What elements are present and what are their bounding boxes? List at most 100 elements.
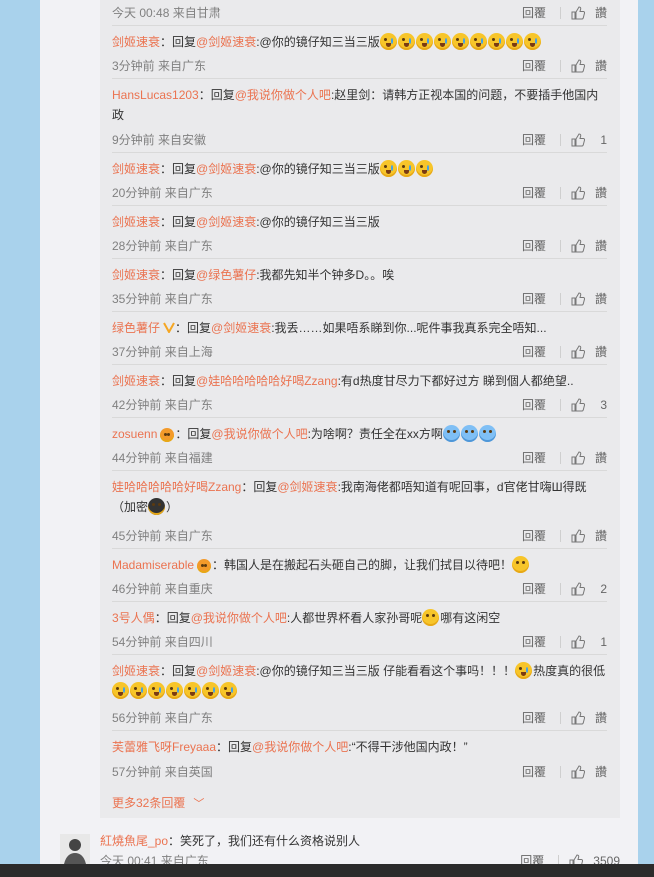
crying-emoji-icon <box>148 682 165 699</box>
reply-text: 剑姬速衰：回复@剑姬速衰:@你的镜仔知三当三版 <box>112 153 607 179</box>
like-count[interactable]: 讚 <box>595 5 607 21</box>
reply-button[interactable]: 回覆 <box>522 185 546 201</box>
mention-link[interactable]: @我说你做个人吧 <box>191 611 287 625</box>
reply-button[interactable]: 回覆 <box>522 528 546 544</box>
reply-author[interactable]: 娃哈哈哈哈哈好喝Zzang <box>112 480 241 494</box>
reply-author[interactable]: 3号人偶 <box>112 611 155 625</box>
reply-text: 剑姬速衰：回复@绿色薯仔:我都先知半个钟多D。。唉 <box>112 259 607 285</box>
reply-actions: 回覆 讚 <box>522 185 607 201</box>
reply-button[interactable]: 回覆 <box>522 710 546 726</box>
reply-text: 娃哈哈哈哈哈好喝Zzang：回复@剑姬速衰:我南海佬都唔知道有呢回事，d官佬甘嗨… <box>112 471 607 517</box>
thumb-up-icon[interactable] <box>571 711 585 725</box>
reply-author[interactable]: Madamiserable <box>112 558 194 572</box>
reply-button[interactable]: 回覆 <box>522 397 546 413</box>
mention-link[interactable]: @剑姬速衰 <box>196 215 256 229</box>
thumb-up-icon[interactable] <box>571 186 585 200</box>
comment-author[interactable]: 紅燒魚尾_po <box>100 834 168 848</box>
reply-author[interactable]: 剑姬速衰 <box>112 374 160 388</box>
crying-emoji-icon <box>487 33 505 50</box>
reply-author[interactable]: 剑姬速衰 <box>112 162 160 176</box>
divider <box>560 399 561 411</box>
thumb-up-icon[interactable] <box>571 292 585 306</box>
reply-author[interactable]: zosuenn <box>112 427 157 441</box>
thumb-up-icon[interactable] <box>571 59 585 73</box>
reply-actions: 回覆 讚 <box>522 58 607 74</box>
reply-body: :@你的镜仔知三当三版 <box>256 162 380 176</box>
mention-link[interactable]: @我说你做个人吧 <box>211 427 307 441</box>
reply-prefix: ：回复 <box>198 88 235 102</box>
thumb-up-icon[interactable] <box>571 239 585 253</box>
crying-emoji-icon <box>397 160 415 177</box>
mention-link[interactable]: @我说你做个人吧 <box>235 88 331 102</box>
reply-source: 来自甘肃 <box>172 6 221 20</box>
reply-time: 56分钟前 <box>112 711 162 725</box>
like-count[interactable]: 3 <box>595 397 607 413</box>
reply-time: 42分钟前 <box>112 398 162 412</box>
like-count[interactable]: 讚 <box>595 528 607 544</box>
mention-link[interactable]: @剑姬速衰 <box>196 162 256 176</box>
sweat-emoji-icon <box>442 425 460 442</box>
mention-link[interactable]: @剑姬速衰 <box>196 664 256 678</box>
thumb-up-icon[interactable] <box>571 6 585 20</box>
reply-button[interactable]: 回覆 <box>522 238 546 254</box>
reply-author[interactable]: HansLucas1203 <box>112 88 199 102</box>
thumb-up-icon[interactable] <box>571 345 585 359</box>
like-count[interactable]: 讚 <box>595 238 607 254</box>
sweat-emoji-icon <box>478 425 496 442</box>
avatar[interactable] <box>60 834 90 864</box>
reply-button[interactable]: 回覆 <box>522 764 546 780</box>
like-count[interactable]: 讚 <box>595 291 607 307</box>
reply-author[interactable]: 剑姬速衰 <box>112 268 160 282</box>
like-count[interactable]: 讚 <box>595 58 607 74</box>
reply-time: 37分钟前 <box>112 345 162 359</box>
thumb-up-icon[interactable] <box>571 451 585 465</box>
reply-item: 芙蕾雅飞呀Freyaaa：回复@我说你做个人吧:“不得干涉他国内政！” 57分钟前… <box>112 731 607 784</box>
reply-author[interactable]: 绿色薯仔 <box>112 321 160 335</box>
mention-link[interactable]: @我说你做个人吧 <box>252 740 348 754</box>
reply-time: 20分钟前 <box>112 186 162 200</box>
reply-author[interactable]: 剑姬速衰 <box>112 215 160 229</box>
like-count[interactable]: 讚 <box>595 710 607 726</box>
reply-time: 今天 00:48 <box>112 6 170 20</box>
reply-prefix: ：回复 <box>175 321 212 335</box>
reply-body: :我都先知半个钟多D。。唉 <box>256 268 395 282</box>
crying-emoji-icon <box>184 682 201 699</box>
reply-body-tail: ） <box>166 500 179 514</box>
reply-source: 来自广东 <box>164 292 213 306</box>
thumb-up-icon[interactable] <box>571 582 585 596</box>
reply-button[interactable]: 回覆 <box>522 58 546 74</box>
reply-source: 来自广东 <box>164 398 213 412</box>
more-replies-link[interactable]: 更多32条回覆 ﹀ <box>112 794 204 811</box>
thumb-up-icon[interactable] <box>571 133 585 147</box>
thumb-up-icon[interactable] <box>571 765 585 779</box>
like-count[interactable]: 1 <box>595 132 607 148</box>
reply-button[interactable]: 回覆 <box>522 634 546 650</box>
like-count[interactable]: 讚 <box>595 185 607 201</box>
reply-button[interactable]: 回覆 <box>522 5 546 21</box>
reply-button[interactable]: 回覆 <box>522 581 546 597</box>
thumb-up-icon[interactable] <box>571 635 585 649</box>
mention-link[interactable]: @绿色薯仔 <box>196 268 256 282</box>
reply-button[interactable]: 回覆 <box>522 291 546 307</box>
mention-link[interactable]: @剑姬速衰 <box>211 321 271 335</box>
reply-author[interactable]: 剑姬速衰 <box>112 35 160 49</box>
mention-link[interactable]: @剑姬速衰 <box>277 480 337 494</box>
reply-author[interactable]: 剑姬速衰 <box>112 664 160 678</box>
like-count[interactable]: 1 <box>595 634 607 650</box>
mention-link[interactable]: @剑姬速衰 <box>196 35 256 49</box>
thumb-up-icon[interactable] <box>571 398 585 412</box>
divider <box>559 530 561 542</box>
reply-author[interactable]: 芙蕾雅飞呀Freyaaa <box>112 740 216 754</box>
thumb-up-icon[interactable] <box>571 529 585 543</box>
like-count[interactable]: 讚 <box>595 764 607 780</box>
reply-button[interactable]: 回覆 <box>522 132 546 148</box>
like-count[interactable]: 讚 <box>595 344 607 360</box>
reply-text: 剑姬速衰：回复@娃哈哈哈哈哈好喝Zzang:有d热度甘尽力下都好过方 睇到個人都… <box>112 365 607 391</box>
reply-time: 54分钟前 <box>112 635 162 649</box>
reply-source: 来自安徽 <box>158 133 207 147</box>
reply-button[interactable]: 回覆 <box>522 450 546 466</box>
mention-link[interactable]: @娃哈哈哈哈哈好喝Zzang <box>196 374 338 388</box>
like-count[interactable]: 讚 <box>595 450 607 466</box>
like-count[interactable]: 2 <box>595 581 607 597</box>
reply-button[interactable]: 回覆 <box>522 344 546 360</box>
